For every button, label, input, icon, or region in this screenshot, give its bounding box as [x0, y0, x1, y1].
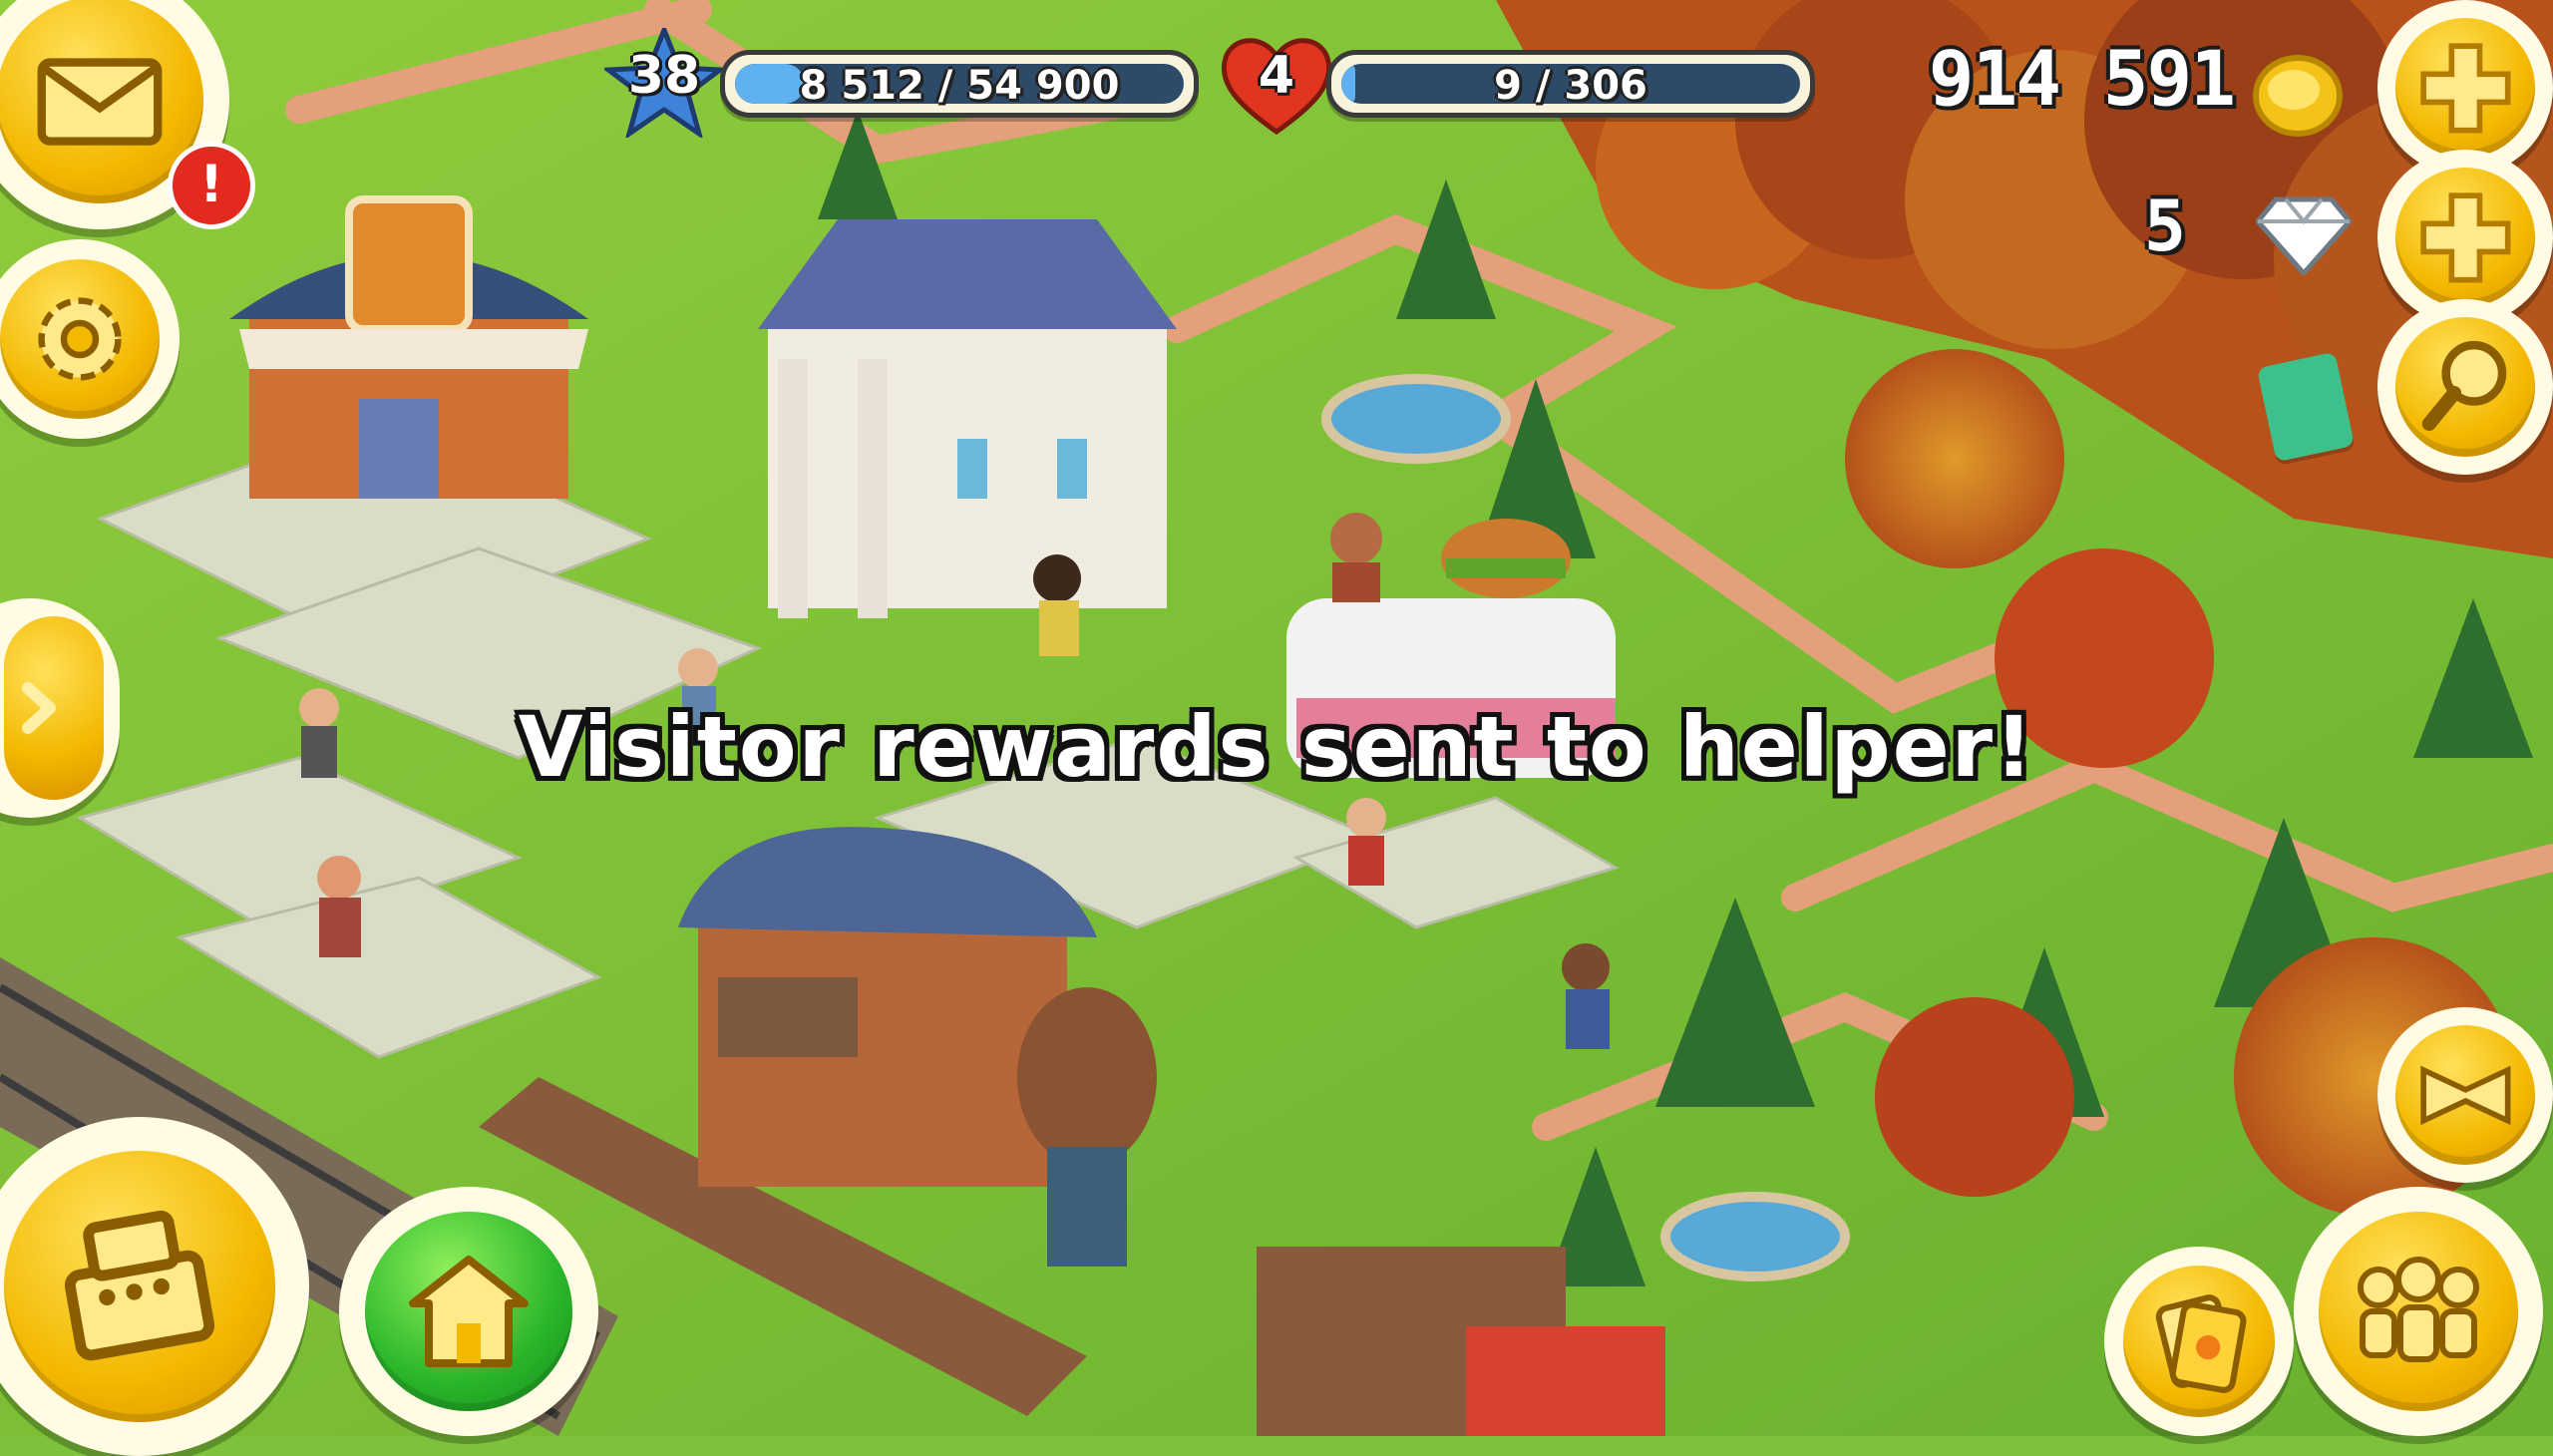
- coin-icon: [2253, 55, 2343, 137]
- mail-alert-badge: !: [168, 142, 255, 229]
- pond: [1321, 374, 1511, 464]
- diamond-icon: [2256, 196, 2352, 275]
- town-hall[interactable]: [758, 219, 1177, 618]
- pond: [1660, 1192, 1850, 1281]
- level-number: 38: [627, 46, 701, 106]
- level-badge: 38: [600, 23, 728, 140]
- expand-icon: [2419, 1065, 2511, 1125]
- people-icon: [2358, 1257, 2479, 1362]
- coins-amount: 914 591: [1928, 34, 2236, 123]
- xp-text: 8 512 / 54 900: [799, 63, 1120, 109]
- shop-button[interactable]: [0, 1117, 309, 1456]
- reputation-bar[interactable]: 9 / 306: [1326, 50, 1815, 118]
- cards-icon: [2155, 1294, 2247, 1393]
- settings-button[interactable]: [0, 239, 180, 439]
- cash-register-icon: [64, 1210, 215, 1361]
- cards-button[interactable]: [2104, 1247, 2294, 1436]
- reputation-text: 9 / 306: [1494, 63, 1647, 109]
- mail-alert-text: !: [199, 155, 223, 214]
- gear-icon: [38, 297, 122, 381]
- home-button[interactable]: [339, 1187, 598, 1436]
- notification-message: Visitor rewards sent to helper!: [518, 698, 2035, 796]
- expand-view-button[interactable]: [2377, 1007, 2553, 1183]
- reputation-badge: 4: [1217, 28, 1336, 138]
- friends-button[interactable]: [2294, 1187, 2543, 1436]
- home-icon: [409, 1256, 529, 1367]
- plus-icon: [2419, 42, 2511, 134]
- xp-bar[interactable]: 8 512 / 54 900: [720, 50, 1199, 118]
- plus-icon: [2419, 191, 2511, 283]
- reputation-level: 4: [1258, 46, 1295, 106]
- search-button[interactable]: [2377, 299, 2553, 475]
- magnifier-icon: [2421, 340, 2506, 431]
- diamonds-amount: 5: [2143, 185, 2186, 267]
